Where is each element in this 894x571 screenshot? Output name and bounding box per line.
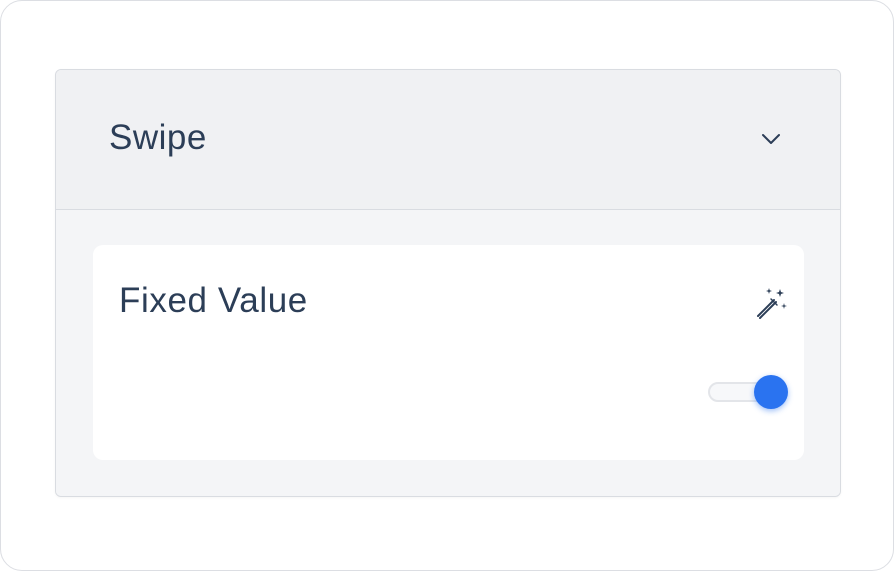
fixed-value-label: Fixed Value [119, 281, 308, 320]
container-frame: Swipe Fixed Value [0, 0, 894, 571]
fixed-value-card: Fixed Value [93, 245, 804, 460]
panel-body: Fixed Value [56, 210, 840, 496]
panel-header[interactable]: Swipe [56, 70, 840, 210]
magic-wand-icon[interactable] [753, 285, 789, 321]
fixed-value-toggle[interactable] [706, 374, 790, 410]
panel-title: Swipe [109, 118, 207, 157]
toggle-knob [754, 375, 788, 409]
chevron-down-icon[interactable] [760, 128, 782, 150]
swipe-panel: Swipe Fixed Value [55, 69, 841, 497]
